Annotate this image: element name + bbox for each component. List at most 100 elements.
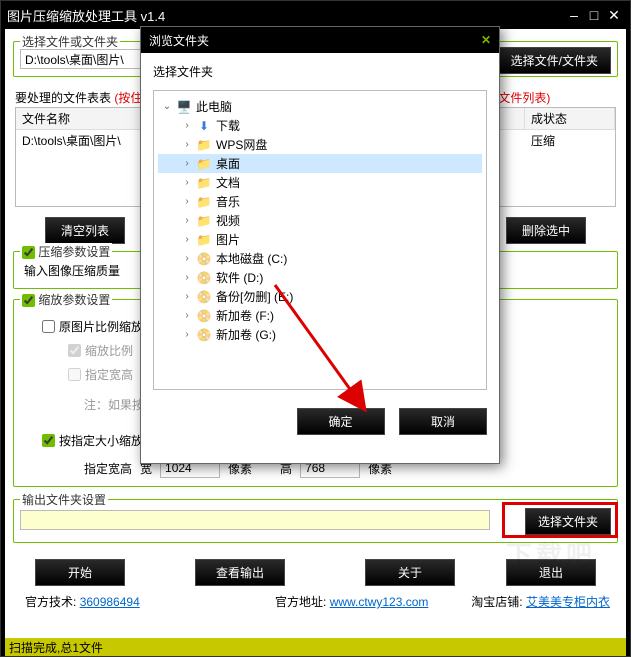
tree-item-label: 软件 (D:) xyxy=(216,269,263,286)
tree-item[interactable]: › 📁图片 xyxy=(158,230,482,249)
size-checkbox[interactable] xyxy=(42,434,55,447)
group-select-title: 选择文件或文件夹 xyxy=(20,33,120,50)
expand-arrow-icon[interactable]: › xyxy=(182,120,192,131)
tree-item-label: 下载 xyxy=(216,117,240,134)
expand-arrow-icon[interactable]: › xyxy=(182,310,192,321)
view-output-button[interactable]: 查看输出 xyxy=(195,559,285,586)
tree-item-label: 此电脑 xyxy=(196,98,232,115)
close-button[interactable]: ✕ xyxy=(604,7,624,24)
expand-arrow-icon[interactable]: › xyxy=(182,215,192,226)
tree-item[interactable]: ⌄ 🖥️此电脑 xyxy=(158,97,482,116)
group-scale-title: 缩放参数设置 xyxy=(20,291,112,308)
minimize-button[interactable]: – xyxy=(564,7,584,23)
tree-item-label: 本地磁盘 (C:) xyxy=(216,250,287,267)
ratio-checkbox-row[interactable]: 原图片比例缩放 xyxy=(42,318,143,335)
col-status: 成状态 xyxy=(525,108,615,129)
compress-enable-checkbox[interactable] xyxy=(22,246,35,259)
expand-arrow-icon[interactable]: › xyxy=(182,291,192,302)
clear-list-button[interactable]: 清空列表 xyxy=(45,217,125,244)
drive-icon: 📀 xyxy=(196,251,212,267)
tree-item-label: 文档 xyxy=(216,174,240,191)
folder-icon: 📁 xyxy=(196,156,212,172)
tree-item-label: WPS网盘 xyxy=(216,136,267,153)
tree-item[interactable]: › ⬇下载 xyxy=(158,116,482,135)
statusbar: 扫描完成,总1文件 xyxy=(5,638,626,656)
about-button[interactable]: 关于 xyxy=(365,559,455,586)
ratio2-checkbox-row: 缩放比例 xyxy=(68,342,133,359)
tech-link[interactable]: 360986494 xyxy=(80,595,140,609)
titlebar: 图片压缩缩放处理工具 v1.4 – □ ✕ xyxy=(1,1,630,29)
tree-item[interactable]: ›📀软件 (D:) xyxy=(158,268,482,287)
tree-item-label: 图片 xyxy=(216,231,240,248)
browse-folder-dialog: 浏览文件夹 ✕ 选择文件夹 ⌄🖥️此电脑›⬇下载›📁WPS网盘›📁桌面›📁文档›… xyxy=(140,26,500,464)
dialog-title: 浏览文件夹 xyxy=(149,32,209,49)
drive-icon: 📀 xyxy=(196,308,212,324)
highlight-select-folder xyxy=(502,502,618,538)
width-checkbox-row: 指定宽高 xyxy=(68,366,133,383)
maximize-button[interactable]: □ xyxy=(584,7,604,23)
tree-item[interactable]: › 📁文档 xyxy=(158,173,482,192)
shop-link[interactable]: 艾美美专柜内衣 xyxy=(526,595,610,609)
shop-label: 淘宝店铺: xyxy=(471,595,522,609)
addr-link[interactable]: www.ctwy123.com xyxy=(330,595,429,609)
window-title: 图片压缩缩放处理工具 v1.4 xyxy=(7,6,165,25)
tree-item[interactable]: › 📁音乐 xyxy=(158,192,482,211)
expand-arrow-icon[interactable]: › xyxy=(182,253,192,264)
folder-icon: 📁 xyxy=(196,232,212,248)
shop-row: 淘宝店铺: 艾美美专柜内衣 xyxy=(471,593,610,610)
list-caption-text: 要处理的文件表表 xyxy=(15,91,111,105)
drive-icon: 📀 xyxy=(196,289,212,305)
cancel-button[interactable]: 取消 xyxy=(399,408,487,435)
compress-label: 输入图像压缩质量 xyxy=(24,262,120,279)
tree-item-label: 备份[勿删] (E:) xyxy=(216,288,293,305)
pc-icon: 🖥️ xyxy=(176,99,192,115)
folder-icon: 📁 xyxy=(196,194,212,210)
dialog-close-icon[interactable]: ✕ xyxy=(481,33,491,47)
tree-item[interactable]: › 📀备份[勿删] (E:) xyxy=(158,287,482,306)
tree-item[interactable]: › 📀本地磁盘 (C:) xyxy=(158,249,482,268)
width-checkbox xyxy=(68,368,81,381)
folder-icon: 📁 xyxy=(196,137,212,153)
drive-icon: 📀 xyxy=(196,327,212,343)
tree-item-label: 音乐 xyxy=(216,193,240,210)
output-path-input[interactable] xyxy=(20,510,490,530)
ratio-checkbox[interactable] xyxy=(42,320,55,333)
expand-arrow-icon[interactable]: › xyxy=(182,177,192,188)
select-file-button[interactable]: 选择文件/文件夹 xyxy=(498,47,611,74)
tree-item[interactable]: › 📀新加卷 (F:) xyxy=(158,306,482,325)
dialog-subtitle: 选择文件夹 xyxy=(153,63,487,80)
tree-item-label: 新加卷 (G:) xyxy=(216,326,276,343)
expand-arrow-icon[interactable]: › xyxy=(182,272,192,283)
addr-label: 官方地址: xyxy=(275,595,326,609)
dl-icon: ⬇ xyxy=(196,118,212,134)
tech-label: 官方技术: xyxy=(25,595,76,609)
tree-item-label: 桌面 xyxy=(216,155,240,172)
size-label: 指定宽高 xyxy=(84,460,132,477)
group-compress-title: 压缩参数设置 xyxy=(20,243,112,260)
expand-arrow-icon[interactable]: › xyxy=(182,139,192,150)
start-button[interactable]: 开始 xyxy=(35,559,125,586)
dialog-titlebar: 浏览文件夹 ✕ xyxy=(141,27,499,53)
size-checkbox-row[interactable]: 按指定大小缩放 xyxy=(42,432,143,449)
folder-icon: 📁 xyxy=(196,175,212,191)
row-status: 压缩 xyxy=(525,130,615,151)
folder-tree[interactable]: ⌄🖥️此电脑›⬇下载›📁WPS网盘›📁桌面›📁文档›📁音乐›📁视频›📁图片›📀本… xyxy=(153,90,487,390)
folder-icon: 📁 xyxy=(196,213,212,229)
ok-button[interactable]: 确定 xyxy=(297,408,385,435)
tree-item[interactable]: › 📁视频 xyxy=(158,211,482,230)
delete-selected-button[interactable]: 删除选中 xyxy=(506,217,586,244)
tree-item-label: 视频 xyxy=(216,212,240,229)
expand-arrow-icon[interactable]: › xyxy=(182,234,192,245)
exit-button[interactable]: 退出 xyxy=(506,559,596,586)
expand-arrow-icon[interactable]: › xyxy=(182,329,192,340)
group-output-title: 输出文件夹设置 xyxy=(20,491,108,508)
tree-item[interactable]: › 📁桌面 xyxy=(158,154,482,173)
expand-arrow-icon[interactable]: › xyxy=(182,158,192,169)
expand-arrow-icon[interactable]: › xyxy=(182,196,192,207)
tree-item-label: 新加卷 (F:) xyxy=(216,307,274,324)
scale-enable-checkbox[interactable] xyxy=(22,294,35,307)
tree-item[interactable]: › 📀新加卷 (G:) xyxy=(158,325,482,344)
addr-row: 官方地址: www.ctwy123.com xyxy=(275,593,428,610)
tree-item[interactable]: › 📁WPS网盘 xyxy=(158,135,482,154)
expand-arrow-icon[interactable]: ⌄ xyxy=(162,101,172,112)
